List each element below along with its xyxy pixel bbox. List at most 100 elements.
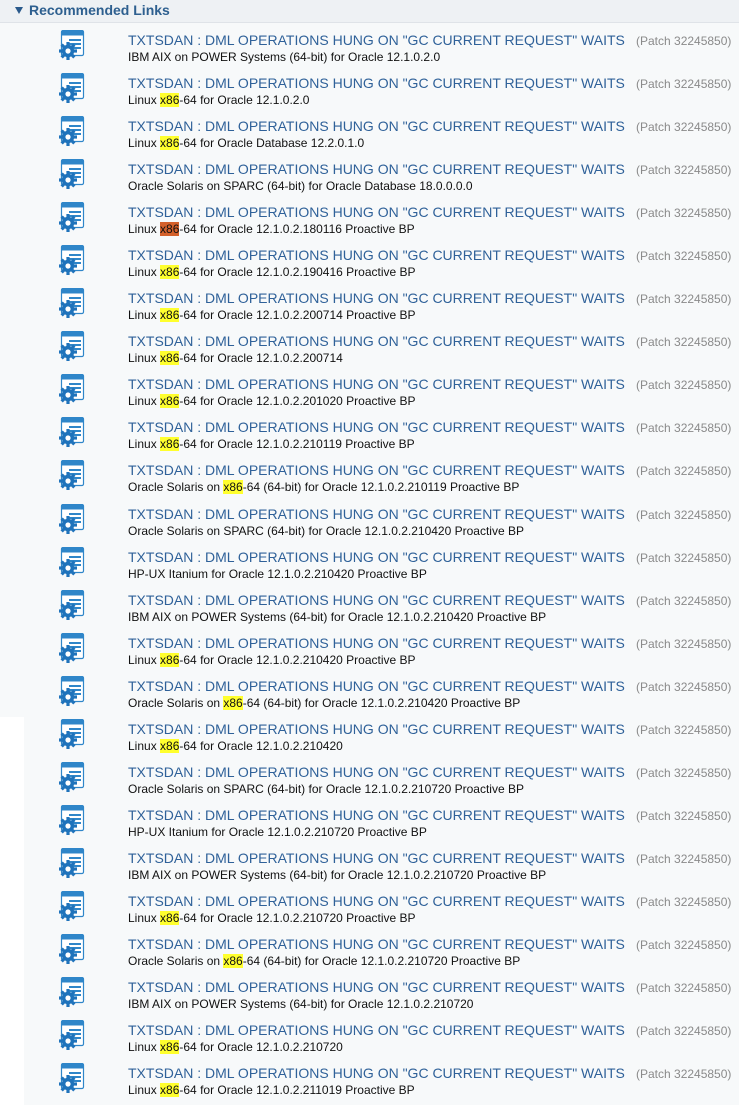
patch-document-gear-icon[interactable] [57,417,87,448]
patch-title-link[interactable]: TXTSDAN : DML OPERATIONS HUNG ON "GC CUR… [128,32,625,48]
desc-text-before: Linux [128,1040,161,1055]
patch-title-link[interactable]: TXTSDAN : DML OPERATIONS HUNG ON "GC CUR… [128,936,625,952]
search-term-highlight: x86 [160,1083,180,1098]
patch-document-gear-icon[interactable] [57,116,87,147]
patch-document-gear-icon[interactable] [57,589,87,620]
patch-platform-description: Linux x86-64 for Oracle 12.1.0.2.211019 … [128,1083,415,1098]
patch-title-link[interactable]: TXTSDAN : DML OPERATIONS HUNG ON "GC CUR… [128,506,625,522]
patch-document-gear-icon[interactable] [57,202,87,233]
desc-text-before: IBM AIX on POWER Systems (64-bit) for Or… [128,997,474,1012]
desc-text-after: -64 for Oracle Database 12.2.0.1.0 [179,136,365,151]
desc-text-before: Oracle Solaris on [128,480,224,495]
patch-document-gear-icon[interactable] [57,546,87,577]
section-title: Recommended Links [29,2,170,18]
patch-title-link[interactable]: TXTSDAN : DML OPERATIONS HUNG ON "GC CUR… [128,592,625,608]
patch-number: (Patch 32245850) [636,722,732,737]
patch-title-link[interactable]: TXTSDAN : DML OPERATIONS HUNG ON "GC CUR… [128,1022,625,1038]
patch-title-link[interactable]: TXTSDAN : DML OPERATIONS HUNG ON "GC CUR… [128,635,625,651]
patch-title-link[interactable]: TXTSDAN : DML OPERATIONS HUNG ON "GC CUR… [128,75,625,91]
patch-platform-description: Linux x86-64 for Oracle 12.1.0.2.190416 … [128,265,416,280]
patch-document-gear-icon[interactable] [57,1063,87,1094]
patch-title-link[interactable]: TXTSDAN : DML OPERATIONS HUNG ON "GC CUR… [128,376,625,392]
patch-title-link[interactable]: TXTSDAN : DML OPERATIONS HUNG ON "GC CUR… [128,721,625,737]
patch-document-gear-icon[interactable] [57,890,87,921]
patch-number: (Patch 32245850) [636,550,732,565]
patch-number: (Patch 32245850) [636,249,732,264]
patch-title-link[interactable]: TXTSDAN : DML OPERATIONS HUNG ON "GC CUR… [128,893,625,909]
desc-text-after: -64 for Oracle 12.1.0.2.210720 [179,1040,343,1055]
patch-document-gear-icon[interactable] [57,761,87,792]
patch-document-gear-icon[interactable] [57,73,87,104]
desc-text-before: Linux [128,652,161,667]
patch-document-gear-icon[interactable] [57,288,87,319]
search-term-highlight: x86 [160,1040,180,1055]
list-item: TXTSDAN : DML OPERATIONS HUNG ON "GC CUR… [0,460,739,506]
desc-text-before: Linux [128,136,161,151]
desc-text-after: -64 for Oracle 12.1.0.2.201020 Proactive… [179,394,416,409]
search-term-highlight: x86 [160,437,180,452]
desc-text-before: Linux [128,351,161,366]
patch-document-gear-icon[interactable] [57,804,87,835]
desc-text-before: Linux [128,437,161,452]
patch-title-link[interactable]: TXTSDAN : DML OPERATIONS HUNG ON "GC CUR… [128,1065,625,1081]
patch-document-gear-icon[interactable] [57,159,87,190]
patch-title-link[interactable]: TXTSDAN : DML OPERATIONS HUNG ON "GC CUR… [128,204,625,220]
patch-platform-description: Linux x86-64 for Oracle 12.1.0.2.210720 … [128,910,416,925]
desc-text-after: -64 (64-bit) for Oracle 12.1.0.2.210119 … [242,480,520,495]
patch-title-link[interactable]: TXTSDAN : DML OPERATIONS HUNG ON "GC CUR… [128,290,625,306]
patch-document-gear-icon[interactable] [57,503,87,534]
search-term-highlight: x86 [160,351,180,366]
patch-number: (Patch 32245850) [636,335,732,350]
patch-document-gear-icon[interactable] [57,460,87,491]
patch-platform-description: Linux x86-64 for Oracle 12.1.0.2.201020 … [128,394,416,409]
search-term-highlight: x86 [160,910,180,925]
list-item: TXTSDAN : DML OPERATIONS HUNG ON "GC CUR… [0,890,739,937]
patch-number: (Patch 32245850) [636,981,732,996]
search-term-highlight: x86 [160,738,180,753]
patch-title-link[interactable]: TXTSDAN : DML OPERATIONS HUNG ON "GC CUR… [128,118,625,134]
desc-text-after: -64 for Oracle 12.1.0.2.210420 Proactive… [179,652,416,667]
patch-document-gear-icon[interactable] [57,977,87,1008]
patch-title-link[interactable]: TXTSDAN : DML OPERATIONS HUNG ON "GC CUR… [128,850,625,866]
patch-document-gear-icon[interactable] [57,718,87,749]
patch-title-link[interactable]: TXTSDAN : DML OPERATIONS HUNG ON "GC CUR… [128,678,625,694]
list-item: TXTSDAN : DML OPERATIONS HUNG ON "GC CUR… [0,546,739,593]
patch-document-gear-icon[interactable] [57,331,87,362]
patch-platform-description: Oracle Solaris on SPARC (64-bit) for Ora… [128,524,524,538]
patch-title-link[interactable]: TXTSDAN : DML OPERATIONS HUNG ON "GC CUR… [128,807,625,823]
patch-title-link[interactable]: TXTSDAN : DML OPERATIONS HUNG ON "GC CUR… [128,247,625,263]
desc-text-before: HP-UX Itanium for Oracle 12.1.0.2.210720… [128,824,427,839]
patch-title-link[interactable]: TXTSDAN : DML OPERATIONS HUNG ON "GC CUR… [128,549,625,565]
list-item: TXTSDAN : DML OPERATIONS HUNG ON "GC CUR… [0,159,739,205]
patch-document-gear-icon[interactable] [57,632,87,663]
list-item: TXTSDAN : DML OPERATIONS HUNG ON "GC CUR… [0,374,739,420]
patch-number: (Patch 32245850) [636,34,732,48]
collapse-toggle-icon[interactable] [15,7,23,14]
search-term-highlight: x86 [223,953,243,968]
patch-number: (Patch 32245850) [636,120,732,135]
patch-title-link[interactable]: TXTSDAN : DML OPERATIONS HUNG ON "GC CUR… [128,161,625,177]
desc-text-before: Linux [128,265,161,280]
desc-text-before: Linux [128,1083,161,1098]
patch-title-link[interactable]: TXTSDAN : DML OPERATIONS HUNG ON "GC CUR… [128,333,625,349]
patch-title-link[interactable]: TXTSDAN : DML OPERATIONS HUNG ON "GC CUR… [128,764,625,780]
patch-title-link[interactable]: TXTSDAN : DML OPERATIONS HUNG ON "GC CUR… [128,979,625,995]
patch-document-gear-icon[interactable] [57,30,87,60]
search-term-highlight: x86 [223,480,243,495]
patch-document-gear-icon[interactable] [57,245,87,276]
patch-document-gear-icon[interactable] [57,374,87,405]
patch-document-gear-icon[interactable] [57,847,87,878]
patch-platform-description: IBM AIX on POWER Systems (64-bit) for Or… [128,610,546,624]
desc-text-after: -64 (64-bit) for Oracle 12.1.0.2.210720 … [242,953,521,968]
patch-title-link[interactable]: TXTSDAN : DML OPERATIONS HUNG ON "GC CUR… [128,419,625,435]
patch-title-link[interactable]: TXTSDAN : DML OPERATIONS HUNG ON "GC CUR… [128,462,625,478]
desc-text-after: -64 for Oracle 12.1.0.2.200714 Proactive… [179,308,416,323]
patch-number: (Patch 32245850) [636,378,732,393]
patch-platform-description: Oracle Solaris on x86-64 (64-bit) for Or… [128,953,521,968]
desc-text-before: Linux [128,394,161,409]
patch-document-gear-icon[interactable] [57,933,87,964]
desc-text-before: IBM AIX on POWER Systems (64-bit) for Or… [128,867,547,882]
patch-document-gear-icon[interactable] [57,1020,87,1051]
search-term-highlight: x86 [223,695,243,710]
patch-document-gear-icon[interactable] [57,675,87,706]
